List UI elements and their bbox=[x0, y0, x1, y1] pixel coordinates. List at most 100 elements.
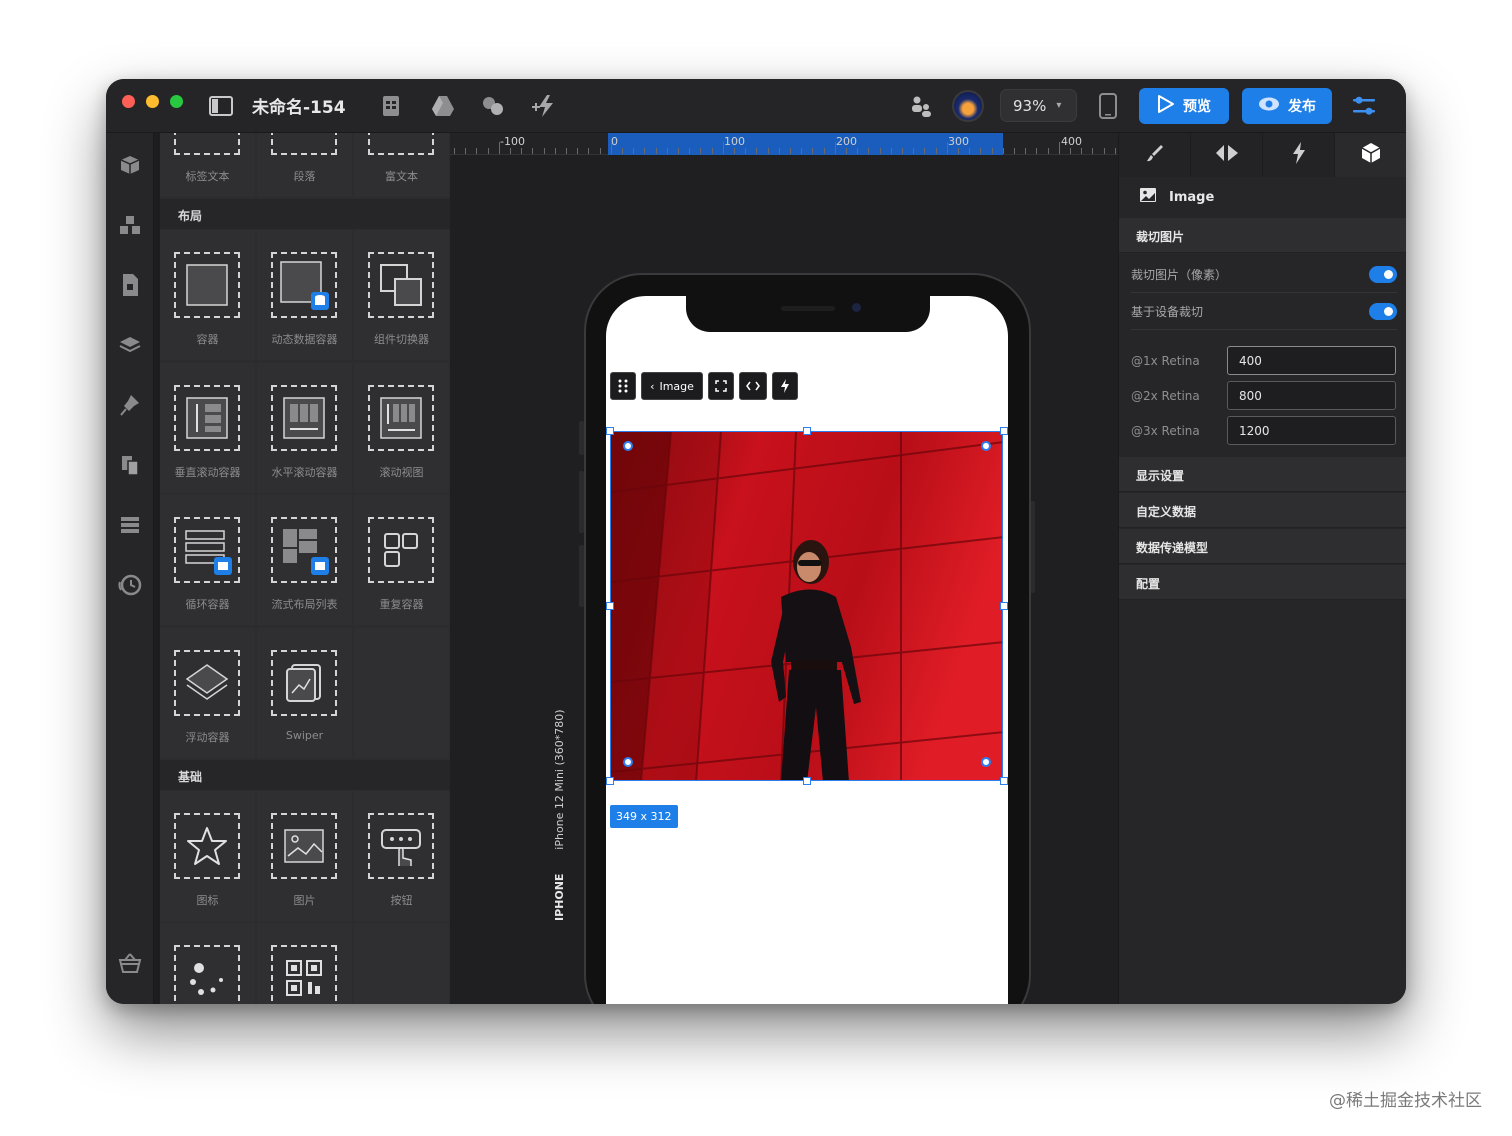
crop-px-toggle[interactable] bbox=[1369, 266, 1397, 283]
basket-icon[interactable] bbox=[114, 947, 146, 979]
component-repeat-container[interactable]: 重复容器 bbox=[354, 495, 449, 625]
ruler-tick bbox=[599, 148, 601, 154]
horizontal-scroll-icon bbox=[271, 385, 337, 451]
lightning-add-icon[interactable] bbox=[530, 91, 560, 121]
settings-sliders-icon[interactable] bbox=[1349, 91, 1379, 121]
cubes-icon[interactable] bbox=[114, 209, 146, 241]
ruler-tick bbox=[924, 148, 926, 154]
component-floating-container[interactable]: 浮动容器 bbox=[160, 628, 255, 758]
resize-handle-right[interactable] bbox=[1000, 602, 1008, 610]
tab-style[interactable] bbox=[1119, 133, 1191, 177]
sidebar-toggle-icon[interactable] bbox=[206, 91, 236, 121]
resize-handle-bottom-left[interactable] bbox=[606, 777, 614, 785]
fullscreen-icon[interactable] bbox=[708, 372, 734, 400]
component-icon[interactable]: 图标 bbox=[160, 791, 255, 921]
resize-handle-bottom-right[interactable] bbox=[1000, 777, 1008, 785]
vertical-scroll-icon bbox=[174, 385, 240, 451]
device-phone-icon[interactable] bbox=[1093, 91, 1123, 121]
component-label-text[interactable]: 标签文本 bbox=[160, 133, 255, 197]
ruler-tick bbox=[622, 148, 623, 154]
data-model-section[interactable]: 数据传递模型 bbox=[1119, 529, 1406, 564]
retina-3x-input[interactable] bbox=[1227, 416, 1396, 445]
maximize-window-button[interactable] bbox=[170, 95, 183, 108]
pages-stack-icon[interactable] bbox=[114, 449, 146, 481]
document-icon[interactable] bbox=[376, 91, 406, 121]
retina-2x-input[interactable] bbox=[1227, 381, 1396, 410]
resize-handle-left[interactable] bbox=[606, 602, 614, 610]
chevron-down-icon: ▾ bbox=[1056, 100, 1062, 111]
tab-transitions[interactable] bbox=[1191, 133, 1263, 177]
custom-data-section[interactable]: 自定义数据 bbox=[1119, 493, 1406, 528]
tab-actions[interactable] bbox=[1263, 133, 1335, 177]
table-icon[interactable] bbox=[114, 509, 146, 541]
crop-section-header[interactable]: 裁切图片 bbox=[1119, 218, 1406, 253]
ruler-tick bbox=[1070, 148, 1071, 154]
component-switcher[interactable]: 组件切换器 bbox=[354, 230, 449, 360]
display-settings-section[interactable]: 显示设置 bbox=[1119, 457, 1406, 492]
ruler-tick bbox=[801, 148, 803, 154]
button-icon bbox=[368, 813, 434, 879]
resize-handle-bottom[interactable] bbox=[803, 777, 811, 785]
ruler-tick bbox=[913, 148, 915, 154]
component-label: 组件切换器 bbox=[374, 333, 429, 346]
ruler-tick bbox=[1036, 148, 1038, 154]
component-dynamic-container[interactable]: 动态数据容器 bbox=[257, 230, 352, 360]
preview-button[interactable]: 预览 bbox=[1139, 88, 1229, 124]
lightning-icon[interactable] bbox=[772, 372, 798, 400]
design-canvas[interactable]: -100 0 100 200 300 400 ‹ Image 349 x 312… bbox=[450, 133, 1118, 1004]
collaborators-icon[interactable] bbox=[906, 91, 936, 121]
retina-3x-label: @3x Retina bbox=[1131, 424, 1200, 438]
close-window-button[interactable] bbox=[122, 95, 135, 108]
selected-image[interactable] bbox=[610, 431, 1003, 781]
resize-handle-top[interactable] bbox=[803, 427, 811, 435]
radius-handle-bottom-left[interactable] bbox=[623, 757, 633, 767]
config-section[interactable]: 配置 bbox=[1119, 565, 1406, 600]
history-icon[interactable] bbox=[114, 569, 146, 601]
inspector-tabs bbox=[1119, 133, 1406, 177]
component-scroll-view[interactable]: 滚动视图 bbox=[354, 363, 449, 493]
zoom-select[interactable]: 93% ▾ bbox=[1000, 89, 1077, 122]
component-loop-container[interactable]: 循环容器 bbox=[160, 495, 255, 625]
ruler-tick bbox=[778, 148, 780, 154]
component-lottie[interactable] bbox=[160, 923, 255, 1004]
phone-screen[interactable]: ‹ Image 349 x 312 bbox=[606, 296, 1008, 1004]
brush-icon bbox=[1145, 143, 1165, 167]
code-icon[interactable] bbox=[739, 372, 767, 400]
user-avatar[interactable] bbox=[952, 90, 984, 122]
layers-icon[interactable] bbox=[114, 329, 146, 361]
component-qrcode[interactable] bbox=[257, 923, 352, 1004]
component-image[interactable]: 图片 bbox=[257, 791, 352, 921]
drag-handle-icon[interactable] bbox=[610, 372, 636, 400]
drive-icon[interactable] bbox=[428, 91, 458, 121]
title-bar: 未命名-154 93% ▾ 预览 发布 bbox=[106, 79, 1406, 133]
component-rich-text[interactable]: 富文本 bbox=[354, 133, 449, 197]
empty-cell bbox=[354, 923, 449, 1004]
publish-button[interactable]: 发布 bbox=[1242, 88, 1332, 124]
radius-handle-bottom-right[interactable] bbox=[981, 757, 991, 767]
select-parent-button[interactable]: ‹ Image bbox=[641, 372, 703, 400]
radius-handle-top-right[interactable] bbox=[981, 441, 991, 451]
component-flow-list[interactable]: 流式布局列表 bbox=[257, 495, 352, 625]
component-container[interactable]: 容器 bbox=[160, 230, 255, 360]
flow-list-icon bbox=[271, 517, 337, 583]
app-window: 未命名-154 93% ▾ 预览 发布 标签文本 段落 富文本 布局 容器 动态… bbox=[106, 79, 1406, 1004]
component-horizontal-scroll[interactable]: 水平滚动容器 bbox=[257, 363, 352, 493]
crop-device-toggle[interactable] bbox=[1369, 303, 1397, 320]
component-vertical-scroll[interactable]: 垂直滚动容器 bbox=[160, 363, 255, 493]
resize-handle-top-left[interactable] bbox=[606, 427, 614, 435]
page-icon[interactable] bbox=[114, 269, 146, 301]
project-title[interactable]: 未命名-154 bbox=[252, 93, 346, 118]
resize-handle-top-right[interactable] bbox=[1000, 427, 1008, 435]
component-button[interactable]: 按钮 bbox=[354, 791, 449, 921]
retina-1x-input[interactable] bbox=[1227, 346, 1396, 375]
radius-handle-top-left[interactable] bbox=[623, 441, 633, 451]
tab-component[interactable] bbox=[1335, 133, 1406, 177]
component-paragraph[interactable]: 段落 bbox=[257, 133, 352, 197]
ruler-tick bbox=[521, 148, 523, 154]
components-icon[interactable] bbox=[478, 91, 508, 121]
component-label: Swiper bbox=[285, 729, 324, 742]
minimize-window-button[interactable] bbox=[146, 95, 159, 108]
component-swiper[interactable]: Swiper bbox=[257, 628, 352, 758]
cube-icon[interactable] bbox=[114, 149, 146, 181]
pin-icon[interactable] bbox=[114, 389, 146, 421]
